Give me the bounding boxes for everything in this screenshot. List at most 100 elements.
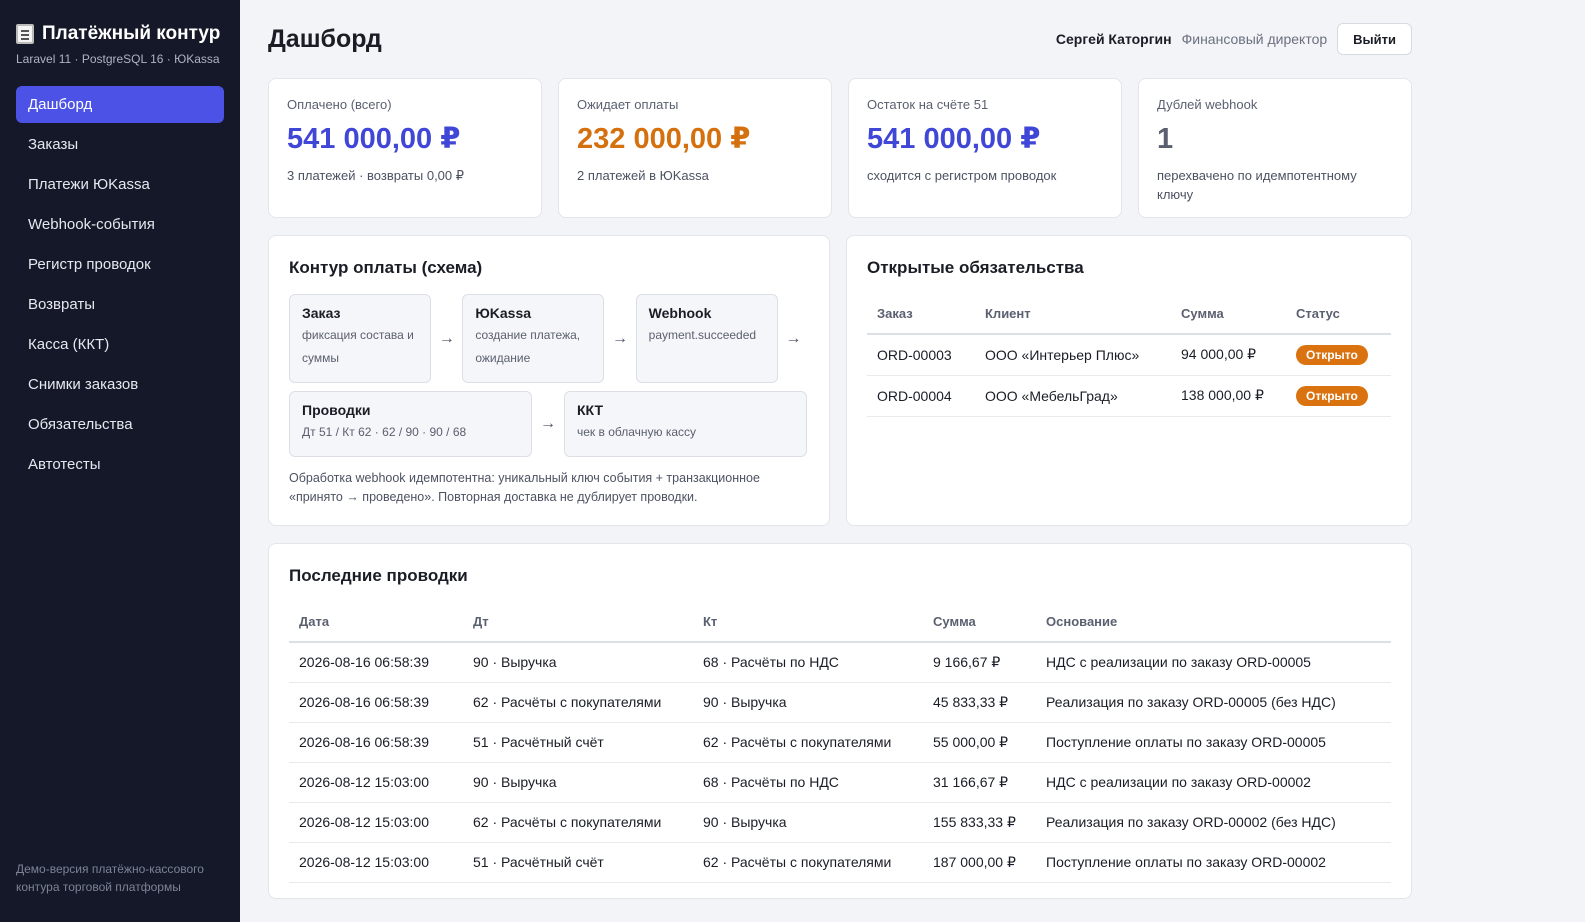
- entry-date: 2026-08-12 15:03:00: [289, 762, 463, 803]
- kpi-card-pending: Ожидает оплаты 232 000,00 ₽ 2 платежей в…: [558, 78, 832, 218]
- entry-date: 2026-08-16 06:58:39: [289, 642, 463, 683]
- table-row[interactable]: 2026-08-16 06:58:39 51 · Расчётный счёт …: [289, 722, 1391, 763]
- sidebar-item-refunds[interactable]: Возвраты: [16, 286, 224, 323]
- arrow-right-icon: →: [612, 329, 629, 347]
- entry-basis: Поступление оплаты по заказу ORD-00002: [1036, 842, 1391, 883]
- entry-basis: НДС с реализации по заказу ORD-00005: [1036, 642, 1391, 683]
- amount: 94 000,00 ₽: [1171, 334, 1286, 376]
- kpi-value: 1: [1157, 123, 1174, 155]
- receipt-icon: [16, 24, 34, 44]
- entry-debit: 51 · Расчётный счёт: [463, 722, 693, 763]
- kpi-note: сходится с регистром проводок: [867, 168, 1057, 183]
- node-title: ЮKassa: [475, 305, 532, 321]
- scheme-note: Обработка webhook идемпотентна: уникальн…: [289, 471, 760, 504]
- kpi-value: 541 000,00 ₽: [287, 123, 461, 155]
- table-row[interactable]: 2026-08-12 15:03:00 51 · Расчётный счёт …: [289, 842, 1391, 883]
- topbar: Дашборд Сергей Каторгин Финансовый дирек…: [268, 0, 1412, 78]
- entry-basis: Реализация по заказу ORD-00005 (без НДС): [1036, 682, 1391, 723]
- main-content: Дашборд Сергей Каторгин Финансовый дирек…: [268, 0, 1412, 899]
- node-title: ККТ: [577, 402, 603, 418]
- kpi-label: Дублей webhook: [1157, 97, 1258, 112]
- entry-credit: 68 · Расчёты по НДС: [693, 642, 923, 683]
- liabilities-table: Заказ Клиент Сумма Статус ORD-00003 ООО …: [867, 294, 1391, 417]
- kpi-card-balance-51: Остаток на счёте 51 541 000,00 ₽ сходитс…: [848, 78, 1122, 218]
- column-header: Кт: [693, 602, 923, 643]
- entry-credit: 90 · Выручка: [693, 682, 923, 723]
- column-header: Дата: [289, 602, 463, 643]
- amount: 138 000,00 ₽: [1171, 375, 1286, 417]
- user-info: Сергей Каторгин Финансовый директор Выйт…: [1056, 23, 1412, 55]
- sidebar-item-payments[interactable]: Платежи ЮKassa: [16, 166, 224, 203]
- recent-entries-card: Последние проводки Дата Дт Кт Сумма Осно…: [268, 543, 1412, 899]
- node-title: Webhook: [648, 305, 712, 321]
- entry-debit: 62 · Расчёты с покупателями: [463, 802, 693, 843]
- column-header: Сумма: [923, 602, 1036, 643]
- entry-amount: 31 166,67 ₽: [923, 762, 1036, 803]
- sidebar-item-cash-register[interactable]: Касса (ККТ): [16, 326, 224, 363]
- table-row[interactable]: 2026-08-12 15:03:00 62 · Расчёты с покуп…: [289, 802, 1391, 843]
- card-title: Последние проводки: [289, 566, 468, 585]
- table-row[interactable]: 2026-08-16 06:58:39 90 · Выручка 68 · Ра…: [289, 642, 1391, 683]
- entry-debit: 90 · Выручка: [463, 762, 693, 803]
- arrow-right-icon: →: [438, 329, 455, 347]
- open-liabilities-card: Открытые обязательства Заказ Клиент Сумм…: [846, 235, 1412, 526]
- payment-scheme-card: Контур оплаты (схема) Заказ фиксация сос…: [268, 235, 830, 526]
- table-row[interactable]: ORD-00004 ООО «МебельГрад» 138 000,00 ₽ …: [867, 375, 1391, 417]
- kpi-label: Остаток на счёте 51: [867, 97, 989, 112]
- arrow-right-icon: →: [540, 415, 556, 432]
- kpi-card-webhook-duplicates: Дублей webhook 1 перехвачено по идемпоте…: [1138, 78, 1412, 218]
- user-role: Финансовый директор: [1181, 31, 1328, 47]
- sidebar-item-ledger[interactable]: Регистр проводок: [16, 246, 224, 283]
- order-id: ORD-00003: [867, 334, 975, 376]
- sidebar-nav: Дашборд Заказы Платежи ЮKassa Webhook-со…: [16, 86, 224, 483]
- kpi-row: Оплачено (всего) 541 000,00 ₽ 3 платежей…: [268, 78, 1412, 218]
- sidebar-item-orders[interactable]: Заказы: [16, 126, 224, 163]
- entry-debit: 90 · Выручка: [463, 642, 693, 683]
- node-title: Проводки: [302, 402, 371, 418]
- entry-credit: 62 · Расчёты с покупателями: [693, 722, 923, 763]
- table-row[interactable]: 2026-08-12 15:03:00 90 · Выручка 68 · Ра…: [289, 762, 1391, 803]
- entry-amount: 155 833,33 ₽: [923, 802, 1036, 843]
- status-badge: Открыто: [1296, 385, 1368, 406]
- table-header-row: Заказ Клиент Сумма Статус: [867, 294, 1391, 335]
- node-desc: фиксация состава и суммы: [302, 328, 414, 365]
- order-id: ORD-00004: [867, 375, 975, 417]
- sidebar-item-order-snapshots[interactable]: Снимки заказов: [16, 366, 224, 403]
- kpi-note: 2 платежей в ЮKassa: [577, 168, 709, 183]
- entry-amount: 187 000,00 ₽: [923, 842, 1036, 883]
- sidebar-item-autotests[interactable]: Автотесты: [16, 446, 224, 483]
- column-header: Заказ: [867, 294, 975, 335]
- entry-credit: 62 · Расчёты с покупателями: [693, 842, 923, 883]
- column-header: Клиент: [975, 294, 1171, 335]
- entry-credit: 68 · Расчёты по НДС: [693, 762, 923, 803]
- table-row[interactable]: ORD-00003 ООО «Интерьер Плюс» 94 000,00 …: [867, 334, 1391, 376]
- column-header: Статус: [1286, 294, 1391, 335]
- column-header: Сумма: [1171, 294, 1286, 335]
- node-desc: payment.succeeded: [648, 328, 757, 342]
- logout-button[interactable]: Выйти: [1337, 23, 1412, 55]
- entries-table: Дата Дт Кт Сумма Основание 2026-08-16 06…: [289, 602, 1391, 883]
- sidebar-item-liabilities[interactable]: Обязательства: [16, 406, 224, 443]
- kpi-card-paid: Оплачено (всего) 541 000,00 ₽ 3 платежей…: [268, 78, 542, 218]
- node-title: Заказ: [302, 305, 341, 321]
- middle-row: Контур оплаты (схема) Заказ фиксация сос…: [268, 235, 1412, 526]
- client-name: ООО «Интерьер Плюс»: [975, 334, 1171, 376]
- column-header: Дт: [463, 602, 693, 643]
- entry-debit: 51 · Расчётный счёт: [463, 842, 693, 883]
- sidebar-item-webhooks[interactable]: Webhook-события: [16, 206, 224, 243]
- flow-node-entries: Проводки Дт 51 / Кт 62 · 62 / 90 · 90 / …: [289, 391, 532, 457]
- table-row[interactable]: 2026-08-16 06:58:39 62 · Расчёты с покуп…: [289, 682, 1391, 723]
- entry-basis: Реализация по заказу ORD-00002 (без НДС): [1036, 802, 1391, 843]
- entry-basis: Поступление оплаты по заказу ORD-00005: [1036, 722, 1391, 763]
- node-desc: Дт 51 / Кт 62 · 62 / 90 · 90 / 68: [302, 425, 467, 439]
- sidebar-footer: Демо-версия платёжно-кассового контура т…: [16, 862, 204, 894]
- flow-node-yookassa: ЮKassa создание платежа, ожидание: [462, 294, 605, 383]
- column-header: Основание: [1036, 602, 1391, 643]
- entry-credit: 90 · Выручка: [693, 802, 923, 843]
- sidebar-item-dashboard[interactable]: Дашборд: [16, 86, 224, 123]
- entry-amount: 55 000,00 ₽: [923, 722, 1036, 763]
- sidebar: Платёжный контур Laravel 11 · PostgreSQL…: [0, 0, 240, 922]
- arrow-right-icon: →: [785, 329, 802, 347]
- entry-date: 2026-08-12 15:03:00: [289, 842, 463, 883]
- entry-amount: 9 166,67 ₽: [923, 642, 1036, 683]
